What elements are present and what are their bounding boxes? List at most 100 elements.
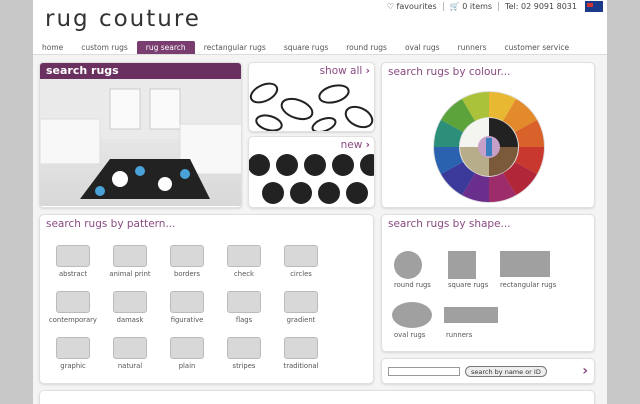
nav-square-rugs[interactable]: square rugs [275, 41, 337, 54]
pattern-thumbnail [170, 337, 204, 359]
favourites-link[interactable]: ♡ favourites [381, 1, 444, 11]
pattern-label: abstract [58, 270, 88, 278]
pattern-check[interactable]: check [219, 245, 269, 278]
pattern-label: traditional [283, 362, 319, 370]
shape-runners[interactable]: runners [446, 331, 472, 339]
pattern-traditional[interactable]: traditional [276, 337, 326, 370]
main-nav: home custom rugs rug search rectangular … [33, 40, 607, 55]
pattern-thumbnail [113, 245, 147, 267]
pattern-label: contemporary [49, 316, 97, 324]
pattern-label: damask [116, 316, 144, 324]
pattern-label: animal print [109, 270, 151, 278]
chevron-right-icon: › [365, 65, 370, 77]
pattern-label: natural [117, 362, 143, 370]
chevron-right-icon[interactable]: › [582, 363, 588, 379]
pattern-label: stripes [232, 362, 256, 370]
show-all-label[interactable]: show all [320, 65, 363, 77]
pattern-figurative[interactable]: figurative [162, 291, 212, 324]
nav-home[interactable]: home [33, 41, 72, 54]
hero-title: search rugs [40, 63, 241, 79]
header: rug couture ♡ favourites 🛒 0 items Tel: … [33, 0, 607, 40]
pattern-label: figurative [170, 316, 204, 324]
pattern-borders[interactable]: borders [162, 245, 212, 278]
nav-runners[interactable]: runners [449, 41, 496, 54]
pattern-contemporary[interactable]: contemporary [48, 291, 98, 324]
oval-shape-icon [392, 302, 432, 328]
pattern-stripes[interactable]: stripes [219, 337, 269, 370]
pattern-label: flags [235, 316, 253, 324]
pattern-thumbnail [113, 291, 147, 313]
pattern-thumbnail [170, 291, 204, 313]
hero-panel[interactable]: search rugs [39, 62, 242, 208]
shape-square[interactable]: square rugs [448, 281, 488, 289]
pattern-thumbnail [227, 337, 261, 359]
search-input[interactable] [388, 367, 460, 376]
shape-rectangular[interactable]: rectangular rugs [500, 281, 556, 289]
pattern-thumbnail [227, 245, 261, 267]
square-shape-icon [448, 251, 476, 279]
search-panel: search by name or ID › [381, 358, 595, 384]
colour-wheel[interactable] [382, 81, 595, 206]
pattern-thumbnail [284, 245, 318, 267]
hero-image [40, 79, 241, 206]
pattern-label: gradient [286, 316, 316, 324]
nav-oval-rugs[interactable]: oval rugs [396, 41, 449, 54]
pattern-circles[interactable]: circles [276, 245, 326, 278]
shape-oval[interactable]: oval rugs [394, 331, 425, 339]
rectangular-shape-icon [500, 251, 550, 277]
cart-icon: 🛒 [449, 1, 460, 11]
leaf-pattern-thumbnail [249, 79, 374, 131]
logo[interactable]: rug couture [45, 6, 201, 32]
runner-shape-icon [444, 307, 498, 323]
pattern-thumbnail [56, 245, 90, 267]
pattern-animal-print[interactable]: animal print [105, 245, 155, 278]
new-label[interactable]: new [341, 139, 363, 151]
nav-rectangular-rugs[interactable]: rectangular rugs [195, 41, 275, 54]
colour-title: search rugs by colour... [388, 66, 511, 78]
round-shape-icon [394, 251, 422, 279]
pattern-label: check [234, 270, 254, 278]
pattern-natural[interactable]: natural [105, 337, 155, 370]
phone-number: Tel: 02 9091 8031 [505, 1, 577, 11]
nav-rug-search[interactable]: rug search [136, 40, 195, 54]
new-panel[interactable]: new › [248, 136, 375, 208]
pattern-thumbnail [56, 291, 90, 313]
page: rug couture ♡ favourites 🛒 0 items Tel: … [33, 0, 607, 404]
pattern-thumbnail [284, 291, 318, 313]
pattern-damask[interactable]: damask [105, 291, 155, 324]
pattern-label: plain [178, 362, 196, 370]
nav-round-rugs[interactable]: round rugs [337, 41, 396, 54]
chevron-right-icon: › [365, 139, 370, 151]
pattern-flags[interactable]: flags [219, 291, 269, 324]
pattern-panel: search rugs by pattern... abstract animal… [39, 214, 374, 384]
pattern-plain[interactable]: plain [162, 337, 212, 370]
shape-round[interactable]: round rugs [394, 281, 431, 289]
pattern-gradient[interactable]: gradient [276, 291, 326, 324]
favourites-label: favourites [396, 1, 437, 11]
pattern-label: borders [174, 270, 200, 278]
bottom-panel [39, 390, 595, 404]
colour-panel: search rugs by colour... [381, 62, 595, 208]
cart-count: 0 items [462, 1, 493, 11]
pattern-thumbnail [113, 337, 147, 359]
australia-flag-icon[interactable] [585, 0, 603, 12]
shape-title: search rugs by shape... [388, 218, 511, 230]
pattern-graphic[interactable]: graphic [48, 337, 98, 370]
pattern-abstract[interactable]: abstract [48, 245, 98, 278]
top-bar: ♡ favourites 🛒 0 items Tel: 02 9091 8031 [381, 0, 603, 12]
pattern-label: graphic [60, 362, 86, 370]
nav-customer-service[interactable]: customer service [496, 41, 579, 54]
pattern-label: circles [290, 270, 312, 278]
cart-link[interactable]: 🛒 0 items [444, 1, 500, 11]
pattern-thumbnail [56, 337, 90, 359]
search-button[interactable]: search by name or ID [465, 366, 547, 377]
pattern-title: search rugs by pattern... [46, 218, 176, 230]
pattern-thumbnail [227, 291, 261, 313]
nav-custom-rugs[interactable]: custom rugs [72, 41, 137, 54]
room-illustration [40, 79, 241, 199]
pattern-thumbnail [284, 337, 318, 359]
dots-pattern-thumbnail [249, 153, 374, 207]
shape-panel: search rugs by shape... round rugs squar… [381, 214, 595, 352]
pattern-thumbnail [170, 245, 204, 267]
show-all-panel[interactable]: show all › [248, 62, 375, 132]
